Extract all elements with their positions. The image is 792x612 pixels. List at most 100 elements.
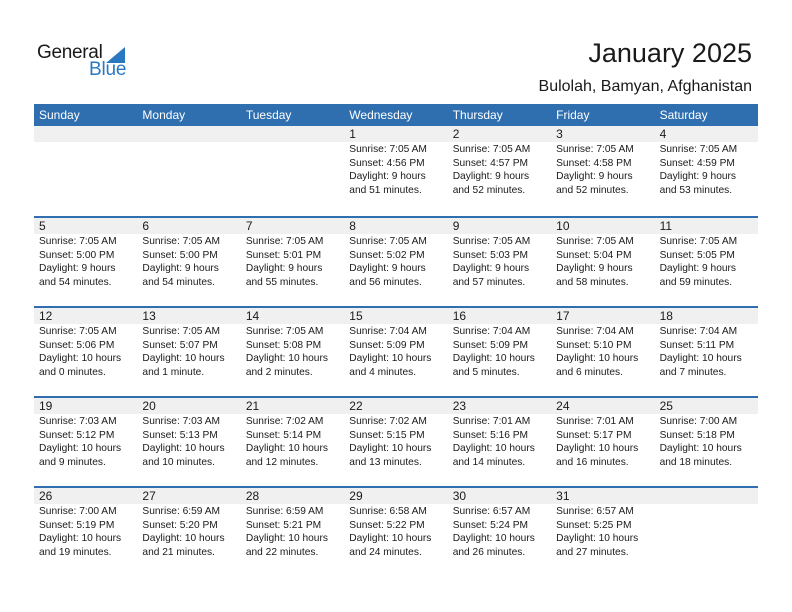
daylight-minutes: and 13 minutes. [349,456,422,468]
sun-info: Sunrise: 6:59 AM Sunset: 5:21 PM Daylight:… [241,504,344,559]
sunrise-time: Sunrise: 7:05 AM [142,236,221,247]
sun-info: Sunrise: 7:05 AM Sunset: 5:03 PM Daylight:… [448,234,551,289]
sun-info: Sunrise: 7:05 AM Sunset: 4:59 PM Daylight:… [655,142,758,197]
day-cell: 29 Sunrise: 6:58 AM Sunset: 5:22 PM Dayligh… [344,488,448,576]
sunrise-time: Sunrise: 7:03 AM [39,416,117,427]
sunset-time: Sunset: 5:22 PM [349,519,425,531]
daylight-minutes: and 5 minutes. [452,366,520,378]
day-number: 6 [142,219,150,233]
sunrise-time: Sunrise: 7:04 AM [452,326,531,337]
day-number-band: 20 [137,398,241,414]
day-number-band: 29 [344,488,448,504]
sunrise-time: Sunrise: 6:59 AM [245,506,324,517]
daylight-minutes: and 59 minutes. [659,276,733,288]
day-cell: 9 Sunrise: 7:05 AM Sunset: 5:03 PM Daylight… [447,218,552,306]
daylight-hours: Daylight: 9 hours [659,171,737,183]
daylight-hours: Daylight: 10 hours [245,443,328,455]
sunrise-time: Sunrise: 7:00 AM [39,506,117,517]
sunset-time: Sunset: 5:11 PM [659,339,735,351]
day-number: 10 [556,219,570,233]
day-number-band: 15 [344,308,448,324]
day-number: 21 [245,399,260,413]
sunset-time: Sunset: 5:17 PM [556,429,632,441]
logo: General Blue [37,42,137,82]
sun-info: Sunrise: 7:04 AM Sunset: 5:10 PM Daylight:… [551,324,654,379]
daylight-hours: Daylight: 10 hours [349,533,432,545]
daylight-minutes: and 56 minutes. [349,276,422,288]
day-number-band: 18 [654,308,758,324]
sunset-time: Sunset: 5:00 PM [142,249,218,261]
daylight-minutes: and 55 minutes. [245,276,319,288]
daylight-hours: Daylight: 9 hours [452,263,530,275]
sunset-time: Sunset: 5:24 PM [452,519,529,531]
day-number-band: 3 [551,126,655,142]
day-number: 23 [452,399,467,413]
day-number-band: 5 [34,218,138,234]
sunset-time: Sunset: 4:56 PM [349,157,425,169]
day-number: 20 [142,399,156,413]
day-cell: 21 Sunrise: 7:02 AM Sunset: 5:14 PM Dayligh… [240,398,345,486]
sunrise-time: Sunrise: 7:05 AM [39,236,117,247]
day-cell: 28 Sunrise: 6:59 AM Sunset: 5:21 PM Dayligh… [240,488,345,576]
day-number: 8 [349,219,356,233]
daylight-hours: Daylight: 9 hours [556,263,633,275]
day-number-band: 14 [240,308,345,324]
logo-text-blue: Blue [89,59,127,80]
day-cell: 14 Sunrise: 7:05 AM Sunset: 5:08 PM Dayligh… [240,308,345,396]
sunset-time: Sunset: 5:04 PM [556,249,632,261]
daylight-hours: Daylight: 9 hours [245,263,323,275]
sunrise-time: Sunrise: 7:05 AM [659,236,738,247]
sunset-time: Sunset: 5:19 PM [39,519,115,531]
day-number-band: 25 [654,398,758,414]
daylight-hours: Daylight: 10 hours [349,353,432,365]
day-cell: 3 Sunrise: 7:05 AM Sunset: 4:58 PM Daylight… [551,126,655,216]
sun-info: Sunrise: 7:00 AM Sunset: 5:19 PM Daylight:… [34,504,137,559]
daylight-hours: Daylight: 10 hours [452,533,535,545]
day-number-band: 19 [34,398,138,414]
day-number-band: 27 [137,488,241,504]
weekday-monday: Monday [142,108,186,122]
sunset-time: Sunset: 4:59 PM [659,157,735,169]
sun-info: Sunrise: 7:03 AM Sunset: 5:12 PM Daylight:… [34,414,137,469]
sunset-time: Sunset: 5:16 PM [452,429,529,441]
day-number: 3 [556,127,563,141]
day-number-band: 22 [344,398,448,414]
day-number-band: 11 [654,218,758,234]
sun-info: Sunrise: 7:05 AM Sunset: 5:00 PM Daylight:… [137,234,240,289]
day-number-band [137,126,241,142]
day-number-band: 17 [551,308,655,324]
sunrise-time: Sunrise: 7:05 AM [452,236,531,247]
daylight-minutes: and 24 minutes. [349,546,422,558]
sunrise-time: Sunrise: 6:57 AM [452,506,531,517]
day-number-band: 30 [447,488,552,504]
day-cell: 26 Sunrise: 7:00 AM Sunset: 5:19 PM Dayligh… [34,488,138,576]
day-number: 29 [349,489,363,503]
sunset-time: Sunset: 5:10 PM [556,339,632,351]
daylight-minutes: and 27 minutes. [556,546,629,558]
sun-info: Sunrise: 7:03 AM Sunset: 5:13 PM Daylight:… [137,414,240,469]
day-number: 16 [452,309,467,323]
sun-info: Sunrise: 7:05 AM Sunset: 5:01 PM Daylight:… [241,234,344,289]
week-row: 26 Sunrise: 7:00 AM Sunset: 5:19 PM Dayligh… [34,486,758,576]
sunset-time: Sunset: 5:09 PM [452,339,529,351]
day-cell: 8 Sunrise: 7:05 AM Sunset: 5:02 PM Daylight… [344,218,448,306]
day-number-band [34,126,138,142]
sunrise-time: Sunrise: 7:05 AM [142,326,221,337]
daylight-hours: Daylight: 10 hours [659,353,742,365]
daylight-minutes: and 21 minutes. [142,546,215,558]
weekday-saturday: Saturday [659,108,708,122]
sunset-time: Sunset: 5:08 PM [245,339,322,351]
day-cell: 15 Sunrise: 7:04 AM Sunset: 5:09 PM Dayligh… [344,308,448,396]
sunset-time: Sunset: 4:58 PM [556,157,632,169]
sunrise-time: Sunrise: 7:05 AM [245,236,324,247]
daylight-minutes: and 7 minutes. [659,366,727,378]
day-number-band: 8 [344,218,448,234]
daylight-hours: Daylight: 9 hours [349,263,426,275]
sun-info: Sunrise: 7:04 AM Sunset: 5:09 PM Daylight:… [344,324,447,379]
sunset-time: Sunset: 5:18 PM [659,429,735,441]
day-number-band: 21 [240,398,345,414]
daylight-hours: Daylight: 10 hours [39,533,122,545]
daylight-hours: Daylight: 10 hours [39,353,122,365]
sunset-time: Sunset: 5:20 PM [142,519,218,531]
daylight-hours: Daylight: 10 hours [39,443,122,455]
